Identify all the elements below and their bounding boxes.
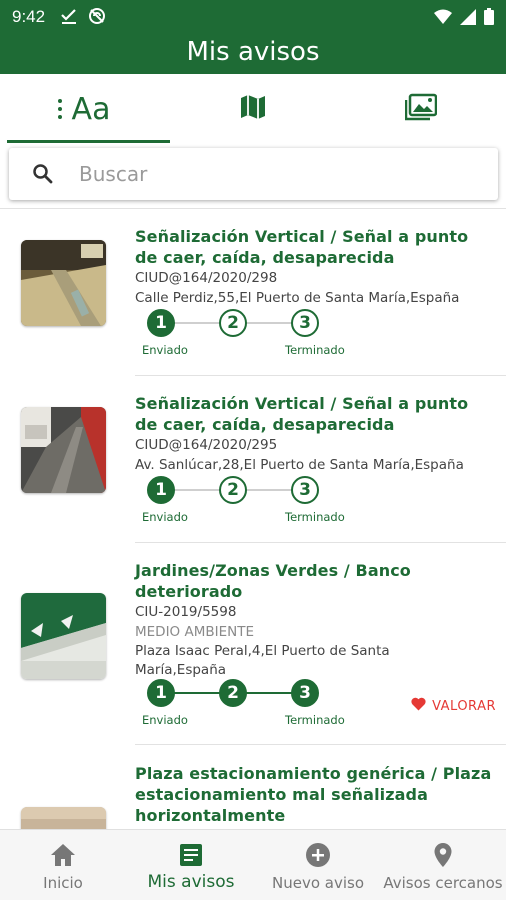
heart-icon [411,697,426,715]
tab-text-list[interactable]: Aa [0,74,168,144]
tab-indicator [7,140,170,143]
home-icon [50,842,76,868]
add-circle-icon [305,842,331,868]
gallery-icon [404,93,438,126]
step-label-sent: Enviado [142,713,188,727]
search-icon[interactable] [31,162,55,191]
step-1: 1 [147,476,175,504]
step-label-finished: Terminado [285,343,345,357]
status-bar: 9:42 [0,0,506,34]
nav-item-mis-avisos[interactable]: Mis avisos [126,830,256,900]
notice-code: CIUD@164/2020/298 [135,270,278,286]
tab-gallery[interactable] [337,74,505,144]
search-bar [9,148,498,200]
notice-thumbnail [21,407,106,493]
step-label-sent: Enviado [142,510,188,524]
step-label-finished: Terminado [285,713,345,727]
notice-thumbnail [21,593,106,679]
notice-address: Calle Perdiz,55,El Puerto de Santa María… [135,290,460,306]
list-item[interactable]: Jardines/Zonas Verdes / Banco deteriorad… [0,543,506,745]
notice-category: MEDIO AMBIENTE [135,624,255,640]
nav-label: Avisos cercanos [383,874,503,892]
nav-label: Mis avisos [147,872,235,892]
list-item[interactable]: Plaza estacionamiento genérica / Plaza e… [0,745,506,829]
status-time: 9:42 [12,7,46,26]
nav-item-nuevo-aviso[interactable]: Nuevo aviso [256,830,380,900]
progress-steps: 1 2 3 [147,679,327,709]
step-label-sent: Enviado [142,343,188,357]
step-3: 3 [291,476,319,504]
list-item[interactable]: Señalización Vertical / Señal a punto de… [0,209,506,376]
page-title: Mis avisos [186,37,320,67]
step-label-finished: Terminado [285,510,345,524]
location-pin-icon [433,842,453,868]
battery-icon [484,8,494,30]
tab-text-label: Aa [71,91,111,127]
nav-item-inicio[interactable]: Inicio [0,830,126,900]
step-2: 2 [219,679,247,707]
step-3: 3 [291,309,319,337]
nav-label: Nuevo aviso [271,874,364,892]
notice-title: Jardines/Zonas Verdes / Banco deteriorad… [135,561,411,601]
map-icon [239,93,267,126]
rate-button[interactable]: VALORAR [411,697,496,715]
notice-title: Plaza estacionamiento genérica / Plaza e… [135,764,492,825]
notice-address: Plaza Isaac Peral,4,El Puerto de Santa M… [135,643,390,678]
list-doc-icon [179,842,203,868]
notices-list: Señalización Vertical / Señal a punto de… [0,209,506,829]
notice-address: Av. Sanlúcar,28,El Puerto de Santa María… [135,457,464,473]
search-input[interactable] [79,158,479,190]
notice-thumbnail [21,807,106,829]
step-2: 2 [219,476,247,504]
nav-label: Inicio [43,874,83,892]
view-tabs: Aa [0,74,506,144]
rate-label: VALORAR [432,698,496,714]
step-1: 1 [147,679,175,707]
step-1: 1 [147,309,175,337]
notice-thumbnail [21,240,106,326]
wifi-icon [434,9,452,30]
more-vert-icon [57,99,62,119]
step-3: 3 [291,679,319,707]
progress-steps: 1 2 3 [147,476,327,506]
notice-title: Señalización Vertical / Señal a punto de… [135,394,469,434]
tab-map[interactable] [169,74,337,144]
list-item[interactable]: Señalización Vertical / Señal a punto de… [0,376,506,543]
progress-steps: 1 2 3 [147,309,327,339]
nav-item-avisos-cercanos[interactable]: Avisos cercanos [380,830,506,900]
download-done-icon [60,7,78,30]
step-2: 2 [219,309,247,337]
notice-title: Señalización Vertical / Señal a punto de… [135,227,469,267]
bottom-navigation: Inicio Mis avisos Nuevo aviso Avisos cer… [0,829,506,900]
app-bar: Mis avisos [0,34,506,74]
signal-icon [460,8,476,30]
notice-code: CIU-2019/5598 [135,604,237,620]
no-sync-icon [88,7,106,30]
notice-code: CIUD@164/2020/295 [135,437,278,453]
